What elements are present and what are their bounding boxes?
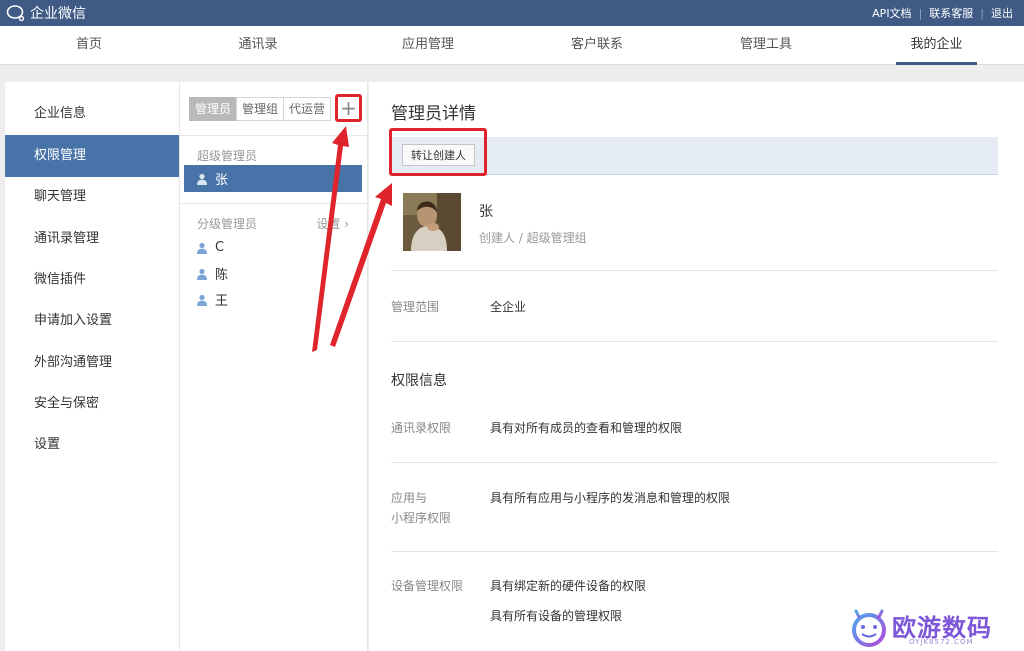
admin-name: C [215,240,225,255]
admin-list-panel: 管理员 管理组 代运营 + 超级管理员 张 分级管理员 设置 › C 陈 王 [179,82,368,651]
tab-admin-groups[interactable]: 管理组 [236,97,285,121]
brand-name: 企业微信 [30,6,86,22]
divider [391,341,998,342]
plus-icon: + [340,96,357,120]
wecom-logo-icon [6,5,25,22]
super-admin-title: 超级管理员 [197,149,258,163]
admin-row-sub[interactable]: C [184,234,362,261]
sub-admin-settings-link[interactable]: 设置 › [316,215,349,232]
brand-logo[interactable]: 企业微信 [6,3,86,23]
divider [391,270,998,271]
top-links: API文档 | 联系客服 | 退出 [865,0,1020,26]
sidebar-item-wechat-plugin[interactable]: 微信插件 [5,259,179,301]
contacts-permission-value: 具有对所有成员的查看和管理的权限 [490,421,683,435]
apps-permission-label-line2: 小程序权限 [391,511,452,525]
user-icon [197,268,207,280]
nav-contacts[interactable]: 通讯录 [227,26,289,65]
user-icon [197,294,207,306]
user-icon [197,173,207,185]
avatar-photo [403,193,461,251]
admin-role: 创建人 / 超级管理组 [479,231,587,245]
admin-row-super[interactable]: 张 [184,165,362,192]
transfer-creator-button[interactable]: 转让创建人 [402,144,475,166]
admin-name: 王 [215,294,229,309]
watermark-logo-icon [852,609,886,647]
sidebar-item-contacts-management[interactable]: 通讯录管理 [5,218,179,260]
divider [391,462,998,463]
main-nav: 首页 通讯录 应用管理 客户联系 管理工具 我的企业 [0,26,1024,65]
sidebar-item-external-communication[interactable]: 外部沟通管理 [5,342,179,384]
nav-customer-contact[interactable]: 客户联系 [562,26,632,65]
tab-agency-operation[interactable]: 代运营 [283,97,332,121]
user-icon [197,242,207,254]
divider [391,551,998,552]
scope-label: 管理范围 [391,300,440,314]
contact-support-link[interactable]: 联系客服 [922,5,980,21]
sidebar-item-chat-management[interactable]: 聊天管理 [5,176,179,218]
tab-admins[interactable]: 管理员 [189,97,238,121]
admin-detail-panel: 管理员详情 转让创建人 张 创建人 / 超级管理组 管理范围 全企业 权限信息 … [369,82,1024,651]
admin-name: 张 [215,173,229,188]
admin-tabs: 管理员 管理组 代运营 [189,97,332,121]
device-permission-value-2: 具有所有设备的管理权限 [490,609,623,623]
transfer-highlight: 转让创建人 [389,128,487,176]
sub-admin-title: 分级管理员 [197,217,258,231]
admin-row-sub[interactable]: 王 [184,286,362,313]
sidebar: 企业信息 权限管理 聊天管理 通讯录管理 微信插件 申请加入设置 外部沟通管理 … [5,82,179,651]
sidebar-item-permissions[interactable]: 权限管理 [5,135,179,177]
divider [180,135,367,136]
watermark-subtext: OYJK8572.COM [909,638,974,646]
nav-my-company[interactable]: 我的企业 [896,26,977,65]
sidebar-item-settings[interactable]: 设置 [5,424,179,466]
sidebar-item-security[interactable]: 安全与保密 [5,383,179,425]
sidebar-item-company-info[interactable]: 企业信息 [5,93,179,135]
admin-name: 陈 [215,268,229,283]
admin-row-sub[interactable]: 陈 [184,260,362,287]
admin-name: 张 [479,204,493,220]
scope-value: 全企业 [490,300,527,314]
api-docs-link[interactable]: API文档 [865,5,918,21]
device-permission-value-1: 具有绑定新的硬件设备的权限 [490,579,647,593]
page-title: 管理员详情 [391,104,476,124]
apps-permission-label-line1: 应用与 [391,491,428,505]
sidebar-item-join-settings[interactable]: 申请加入设置 [5,300,179,342]
nav-management-tools[interactable]: 管理工具 [731,26,801,65]
nav-app-management[interactable]: 应用管理 [393,26,463,65]
contacts-permission-label: 通讯录权限 [391,421,452,435]
device-permission-label: 设备管理权限 [391,579,464,593]
divider [180,203,367,204]
avatar [403,193,461,251]
permissions-title: 权限信息 [391,373,447,389]
add-admin-button[interactable]: + [335,94,362,122]
top-bar: 企业微信 API文档 | 联系客服 | 退出 [0,0,1024,26]
logout-link[interactable]: 退出 [984,5,1020,21]
nav-home[interactable]: 首页 [58,26,120,65]
apps-permission-value: 具有所有应用与小程序的发消息和管理的权限 [490,491,731,505]
watermark: 欧游数码 OYJK8572.COM [849,606,1024,651]
